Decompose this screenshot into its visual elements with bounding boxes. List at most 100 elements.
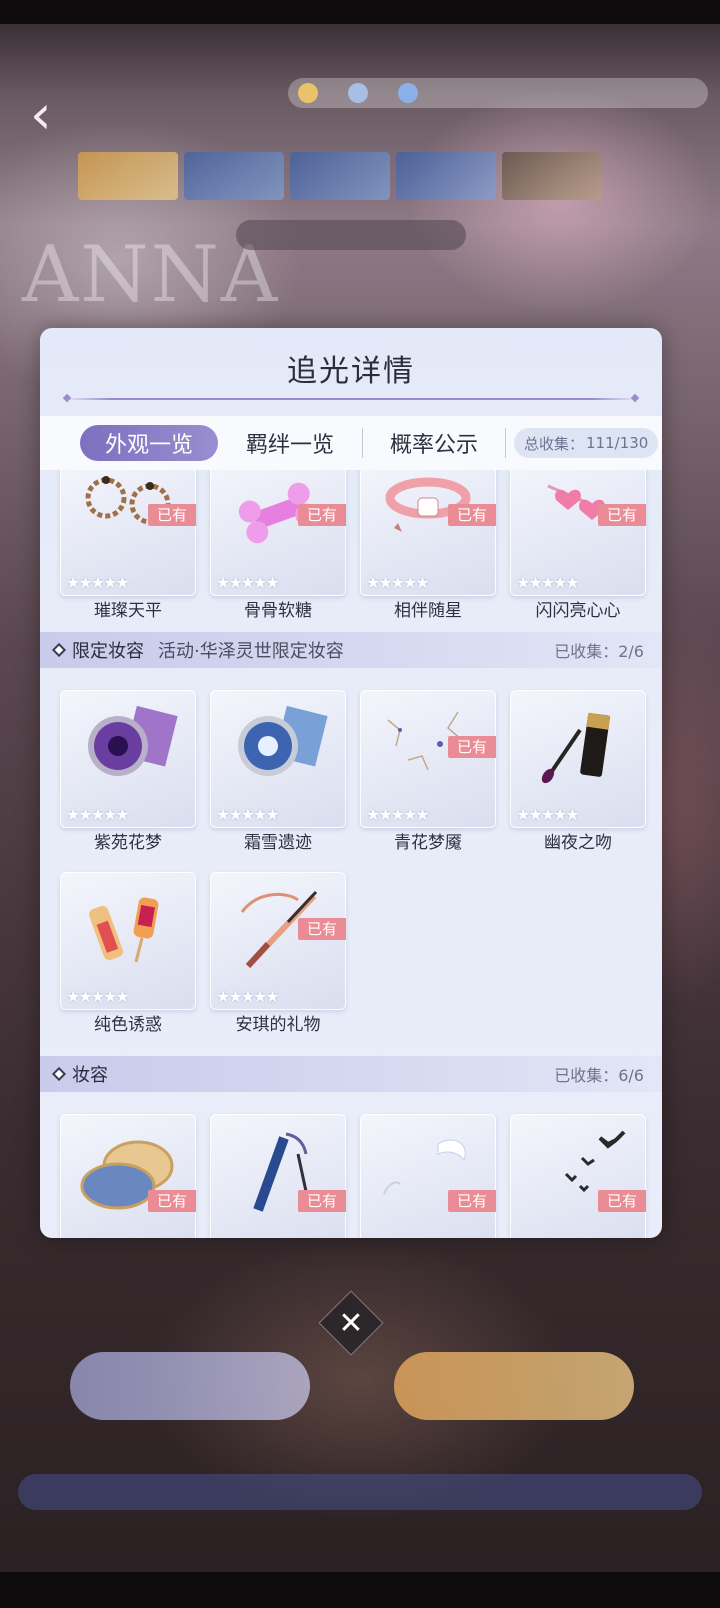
currency-gold xyxy=(298,83,318,103)
item-card: 已有 xyxy=(360,1114,496,1238)
owned-badge: 已有 xyxy=(598,1190,646,1212)
item-name: 霜雪遗迹 xyxy=(244,833,312,853)
item-card: 已有 xyxy=(210,1114,346,1238)
total-collection-value: 111/130 xyxy=(586,434,649,452)
rarity-stars: ★★★★★ xyxy=(516,805,580,824)
owned-badge: 已有 xyxy=(148,504,196,526)
item-cell[interactable]: ★★★★★ 已有 青花梦魇 xyxy=(360,690,496,853)
section-title: 妆容 xyxy=(72,1065,108,1086)
owned-badge: 已有 xyxy=(298,918,346,940)
item-name: 幽夜之吻 xyxy=(544,833,612,853)
rarity-stars: ★★★★★ xyxy=(366,573,430,592)
diamond-icon xyxy=(348,83,368,103)
section-header-limited-makeup: 限定妆容 活动·华泽灵世限定妆容 已收集：2/6 xyxy=(40,632,662,668)
owned-badge: 已有 xyxy=(298,1190,346,1212)
rarity-stars: ★★★★★ xyxy=(66,987,130,1006)
section-header-makeup: 妆容 已收集：6/6 xyxy=(40,1056,662,1092)
rarity-stars: ★★★★★ xyxy=(66,805,130,824)
item-cell[interactable]: 已有 xyxy=(510,1114,646,1238)
item-row: ★★★★★ 紫苑花梦 ★★★★★ 霜雪遗迹 ★★★★★ 已有 青花梦魇 ★★★★… xyxy=(60,690,646,853)
item-name: 闪闪亮心心 xyxy=(535,601,621,621)
snow-lens-icon xyxy=(238,705,328,776)
owned-badge: 已有 xyxy=(448,1190,496,1212)
modal-title: 追光详情 xyxy=(287,354,415,389)
coin-icon xyxy=(298,83,318,103)
banner-tab xyxy=(396,152,496,200)
item-cell[interactable]: ★★★★★ 霜雪遗迹 xyxy=(210,690,346,853)
item-cell[interactable]: ★★★★★ 幽夜之吻 xyxy=(510,690,646,853)
item-card: ★★★★★ xyxy=(60,872,196,1010)
item-row: ★★★★★ 纯色诱惑 ★★★★★ 已有 安琪的礼物 xyxy=(60,872,642,1035)
ten-draw-button xyxy=(394,1352,634,1420)
rarity-stars: ★★★★★ xyxy=(516,573,580,592)
item-cell[interactable]: ★★★★★ 紫苑花梦 xyxy=(60,690,196,853)
diamond-bullet-icon xyxy=(51,642,67,658)
item-name: 相伴随星 xyxy=(394,601,462,621)
owned-badge: 已有 xyxy=(148,1190,196,1212)
rarity-stars: ★★★★★ xyxy=(366,805,430,824)
section-title: 限定妆容 xyxy=(72,641,144,662)
owned-badge: 已有 xyxy=(448,504,496,526)
item-card: ★★★★★ xyxy=(210,690,346,828)
title-divider xyxy=(64,398,638,400)
detail-modal: 追光详情 外观一览 羁绊一览 概率公示 总收集： 111/130 ★★★★★ 已… xyxy=(40,328,662,1238)
item-cell[interactable]: 已有 xyxy=(60,1114,196,1238)
single-draw-button xyxy=(70,1352,310,1420)
item-card: ★★★★★ 已有 xyxy=(360,690,496,828)
tab-probability[interactable]: 概率公示 xyxy=(363,425,505,461)
item-cell[interactable]: 已有 xyxy=(210,1114,346,1238)
banner-tab xyxy=(78,152,178,200)
status-bar xyxy=(0,0,720,24)
currency-stamina xyxy=(398,83,418,103)
item-card: ★★★★★ xyxy=(60,690,196,828)
rarity-stars: ★★★★★ xyxy=(66,573,130,592)
item-cell[interactable]: ★★★★★ 已有 骨骨软糖 xyxy=(210,470,346,621)
item-cell[interactable]: ★★★★★ 已有 相伴随星 xyxy=(360,470,496,621)
item-scroll-area[interactable]: ★★★★★ 已有 璀璨天平 ★★★★★ 已有 骨骨软糖 ★★★★★ 已有 相伴随… xyxy=(40,470,662,1238)
currency-diamond xyxy=(348,83,368,103)
lipstick-icon xyxy=(541,712,611,784)
item-card: 已有 xyxy=(60,1114,196,1238)
item-cell[interactable]: 已有 xyxy=(360,1114,496,1238)
banner-tab xyxy=(184,152,284,200)
rarity-stars: ★★★★★ xyxy=(216,987,280,1006)
close-icon: ✕ xyxy=(338,1305,364,1341)
back-button[interactable]: ‹ xyxy=(30,88,70,142)
currency-bar xyxy=(288,78,708,108)
section-count: 已收集：6/6 xyxy=(554,1066,644,1085)
item-cell[interactable]: ★★★★★ 已有 闪闪亮心心 xyxy=(510,470,646,621)
item-name: 紫苑花梦 xyxy=(94,833,162,853)
tab-appearance[interactable]: 外观一览 xyxy=(80,425,218,461)
rarity-stars: ★★★★★ xyxy=(216,805,280,824)
lip-gloss-icon xyxy=(89,897,159,963)
item-card: ★★★★★ 已有 xyxy=(360,470,496,596)
item-card: ★★★★★ xyxy=(510,690,646,828)
feather-icon xyxy=(398,83,418,103)
tab-bar: 外观一览 羁绊一览 概率公示 总收集： 111/130 xyxy=(40,416,662,470)
tab-bonds[interactable]: 羁绊一览 xyxy=(218,425,362,461)
event-timer-pill xyxy=(236,220,466,250)
rarity-stars: ★★★★★ xyxy=(216,573,280,592)
item-cell[interactable]: ★★★★★ 已有 安琪的礼物 xyxy=(210,872,346,1035)
item-name: 璀璨天平 xyxy=(94,601,162,621)
item-name: 骨骨软糖 xyxy=(244,601,312,621)
item-card: 已有 xyxy=(510,1114,646,1238)
item-name: 安琪的礼物 xyxy=(235,1015,321,1035)
section-count: 已收集：2/6 xyxy=(554,642,644,661)
item-card: ★★★★★ 已有 xyxy=(60,470,196,596)
item-cell[interactable]: ★★★★★ 已有 璀璨天平 xyxy=(60,470,196,621)
item-card: ★★★★★ 已有 xyxy=(210,872,346,1010)
purple-lens-icon xyxy=(88,705,178,776)
owned-badge: 已有 xyxy=(598,504,646,526)
tab-divider xyxy=(505,428,506,458)
item-cell[interactable]: ★★★★★ 纯色诱惑 xyxy=(60,872,196,1035)
total-collection-label: 总收集： xyxy=(524,434,585,453)
item-name: 青花梦魇 xyxy=(394,833,462,853)
diamond-bullet-icon xyxy=(51,1066,67,1082)
item-row: ★★★★★ 已有 璀璨天平 ★★★★★ 已有 骨骨软糖 ★★★★★ 已有 相伴随… xyxy=(60,470,646,621)
item-name: 纯色诱惑 xyxy=(94,1015,162,1035)
bottom-notice-banner xyxy=(18,1474,702,1510)
total-collection: 总收集： 111/130 xyxy=(514,428,659,458)
item-card: ★★★★★ 已有 xyxy=(210,470,346,596)
nav-bar xyxy=(0,1572,720,1608)
